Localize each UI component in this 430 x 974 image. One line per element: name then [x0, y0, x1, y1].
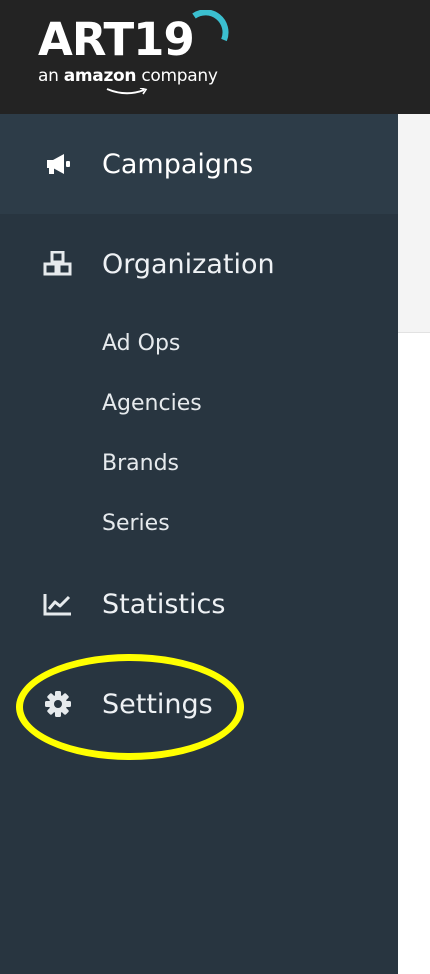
chart-line-icon — [43, 589, 73, 619]
logo-tagline: an amazon company — [38, 66, 218, 86]
gear-icon — [43, 689, 73, 719]
amazon-smile-icon — [106, 88, 148, 95]
sidebar-item-campaigns[interactable]: Campaigns — [0, 114, 398, 214]
logo-tagline-brand: amazon — [63, 66, 137, 86]
cubes-icon — [43, 249, 73, 279]
art19-logo[interactable]: ART19 an amazon company — [38, 10, 238, 95]
sidebar-subitem-agencies[interactable]: Agencies — [102, 389, 202, 419]
megaphone-icon — [43, 149, 73, 179]
content-panel — [398, 114, 430, 333]
sidebar-item-label: Campaigns — [102, 148, 254, 180]
sidebar-subitem-brands[interactable]: Brands — [102, 449, 179, 479]
sidebar-item-organization[interactable]: Organization — [0, 214, 398, 314]
sidebar-item-statistics[interactable]: Statistics — [0, 554, 398, 654]
logo-tagline-suffix: company — [136, 66, 218, 86]
sidebar-item-label: Settings — [102, 688, 213, 720]
sidebar-subitem-series[interactable]: Series — [102, 509, 170, 539]
sidebar-item-label: Organization — [102, 248, 275, 280]
sidebar-item-settings[interactable]: Settings — [0, 654, 398, 754]
top-bar: ART19 an amazon company — [0, 0, 430, 114]
app: ART19 an amazon company Campaigns Organi… — [0, 0, 430, 974]
logo-wordmark: ART19 — [38, 13, 195, 66]
sidebar-item-label: Statistics — [102, 588, 226, 620]
logo-accent-arc — [192, 10, 229, 42]
sidebar: Campaigns Organization Ad Ops Agencies B… — [0, 114, 398, 974]
sidebar-subitem-ad-ops[interactable]: Ad Ops — [102, 329, 180, 359]
logo-tagline-prefix: an — [38, 66, 64, 86]
